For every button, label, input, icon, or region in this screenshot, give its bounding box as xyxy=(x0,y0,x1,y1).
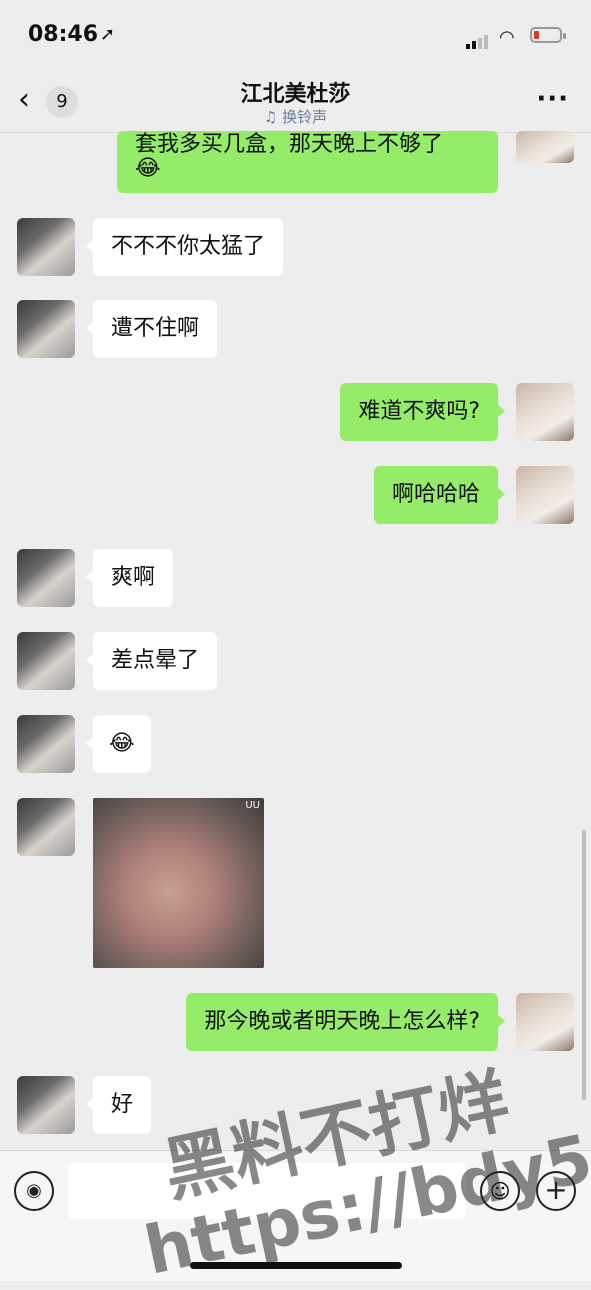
message-bubble-contact[interactable]: 好 xyxy=(85,1076,152,1134)
scrollbar[interactable] xyxy=(582,830,586,1100)
avatar-contact[interactable] xyxy=(17,632,75,690)
status-bar: 08:46 ➚ ◠ xyxy=(0,0,591,70)
avatar-me[interactable] xyxy=(516,131,574,163)
message-text: 好 xyxy=(111,1092,134,1117)
message-text: 不不不你太猛了 xyxy=(111,234,266,259)
chat-title[interactable]: 江北美杜莎 xyxy=(0,76,591,108)
message-bubble-contact[interactable]: 差点晕了 xyxy=(85,632,218,690)
avatar-contact[interactable] xyxy=(17,218,75,276)
avatar-contact[interactable] xyxy=(17,1076,75,1134)
battery-low-icon xyxy=(530,27,566,43)
message-bubble-me[interactable]: 啊哈哈哈 xyxy=(373,466,506,524)
message-bubble-me[interactable]: 难道不爽吗? xyxy=(340,383,505,441)
message-text: 那今晚或者明天晚上怎么样? xyxy=(204,1009,480,1034)
more-dots-icon[interactable]: ··· xyxy=(536,84,569,114)
ringtone-subtitle[interactable]: ♫ 换铃声 xyxy=(0,106,591,127)
signal-icon xyxy=(466,30,490,49)
message-image[interactable]: UU xyxy=(93,798,264,968)
voice-icon[interactable]: ◉ xyxy=(14,1171,54,1211)
avatar-me[interactable] xyxy=(516,383,574,441)
message-text: 套我多买几盒，那天晚上不够了 xyxy=(135,132,444,157)
image-tag: UU xyxy=(245,800,260,811)
message-bubble-contact[interactable]: 😂 xyxy=(86,715,151,773)
status-time: 08:46 xyxy=(28,22,99,47)
message-emoji: 😂 xyxy=(135,156,161,181)
message-text: 爽啊 xyxy=(111,565,156,590)
message-emoji: 😂 xyxy=(109,731,135,756)
message-text: 难道不爽吗? xyxy=(358,399,480,424)
avatar-contact[interactable] xyxy=(17,549,75,607)
message-bubble-contact[interactable]: 不不不你太猛了 xyxy=(85,218,284,276)
avatar-me[interactable] xyxy=(516,993,574,1051)
message-bubble-contact[interactable]: 爽啊 xyxy=(85,549,174,607)
ringtone-label: 换铃声 xyxy=(282,108,328,126)
wifi-icon: ◠ xyxy=(499,27,515,48)
avatar-contact[interactable] xyxy=(17,798,75,856)
message-text: 差点晕了 xyxy=(111,648,200,673)
message-text: 遭不住啊 xyxy=(111,316,200,341)
location-arrow-icon: ➚ xyxy=(100,24,116,45)
message-bubble-me[interactable]: 那今晚或者明天晚上怎么样? xyxy=(186,993,505,1051)
ringtone-icon: ♫ xyxy=(263,108,283,126)
chat-header: ‹ 9 江北美杜莎 ♫ 换铃声 ··· xyxy=(0,70,591,133)
message-text: 啊哈哈哈 xyxy=(391,482,480,507)
avatar-contact[interactable] xyxy=(17,300,75,358)
avatar-contact[interactable] xyxy=(17,715,75,773)
message-bubble-contact[interactable]: 遭不住啊 xyxy=(85,300,218,358)
avatar-me[interactable] xyxy=(516,466,574,524)
message-bubble-me[interactable]: 套我多买几盒，那天晚上不够了 😂 xyxy=(117,131,498,193)
